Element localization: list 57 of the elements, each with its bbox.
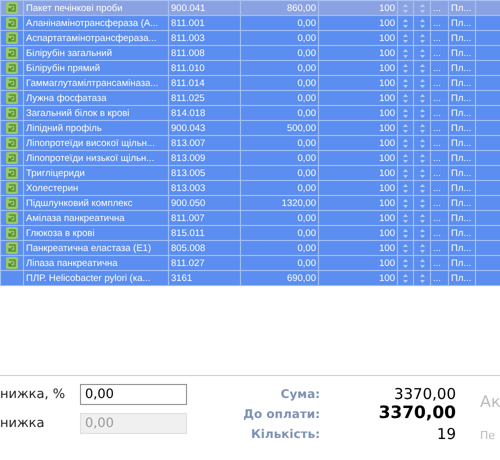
total-value: 3370,00 <box>392 384 456 405</box>
spin-button[interactable] <box>418 108 426 118</box>
spin-button[interactable] <box>402 32 409 44</box>
spin-button[interactable] <box>402 272 409 284</box>
spin-button[interactable] <box>418 212 426 224</box>
field-label: нижка <box>0 414 46 433</box>
spin-button[interactable] <box>418 48 426 58</box>
spin-button[interactable] <box>402 2 409 14</box>
spin-button[interactable] <box>402 78 409 88</box>
spin-button[interactable] <box>402 258 409 268</box>
spin-button[interactable] <box>402 168 409 178</box>
spin-button[interactable] <box>402 198 409 208</box>
total-label: Сума: <box>280 386 320 403</box>
price-cell: 860,00 <box>240 0 318 16</box>
payment-cell: Пл... <box>448 270 476 285</box>
spin-button[interactable] <box>402 62 409 74</box>
spin-button[interactable] <box>418 62 426 74</box>
spin-button[interactable] <box>418 228 426 238</box>
total-value: 3370,00 <box>378 402 456 426</box>
spin-button[interactable] <box>402 242 409 254</box>
spin-button[interactable] <box>418 258 426 268</box>
total-label: До оплати: <box>242 406 320 423</box>
spin-button[interactable] <box>402 92 409 104</box>
spin-button[interactable] <box>402 152 409 164</box>
side-text: Ак <box>480 391 500 413</box>
spin-button[interactable] <box>402 138 409 148</box>
name-cell: ПЛР. Helicobacter pylori (ка... <box>24 270 168 285</box>
spin-button[interactable] <box>402 212 409 224</box>
spin-button[interactable] <box>418 92 426 104</box>
total-value: 19 <box>436 424 456 445</box>
spin-button[interactable] <box>418 182 426 194</box>
spin-button[interactable] <box>402 182 409 194</box>
spin-button[interactable] <box>418 78 426 88</box>
spin-button[interactable] <box>418 32 426 44</box>
spin-button[interactable] <box>418 272 426 284</box>
spin-button[interactable] <box>418 198 426 208</box>
spin-button[interactable] <box>402 108 409 118</box>
spin-button[interactable] <box>402 18 409 28</box>
code-cell: 3161 <box>168 270 240 285</box>
spin-button[interactable] <box>418 138 426 148</box>
spin-button[interactable] <box>402 48 409 58</box>
field-label: нижка, % <box>0 386 66 404</box>
spin-button[interactable] <box>418 242 426 254</box>
spin-button[interactable] <box>418 168 426 178</box>
quantity-cell: 100 <box>318 0 398 16</box>
spin-button[interactable] <box>418 152 426 164</box>
spin-button[interactable] <box>418 2 426 14</box>
spin-button[interactable] <box>418 122 426 134</box>
discount-field[interactable]: 0,00 <box>80 384 187 405</box>
spin-button[interactable] <box>402 228 409 238</box>
more-button[interactable]: ... <box>430 270 448 285</box>
spin-button[interactable] <box>402 122 409 134</box>
code-cell: 900.041 <box>168 0 240 16</box>
spin-button[interactable] <box>418 18 426 28</box>
total-label: Кількість: <box>250 426 320 443</box>
name-cell: Пакет печінкові проби <box>24 0 168 16</box>
side-text: Пе <box>480 428 496 444</box>
